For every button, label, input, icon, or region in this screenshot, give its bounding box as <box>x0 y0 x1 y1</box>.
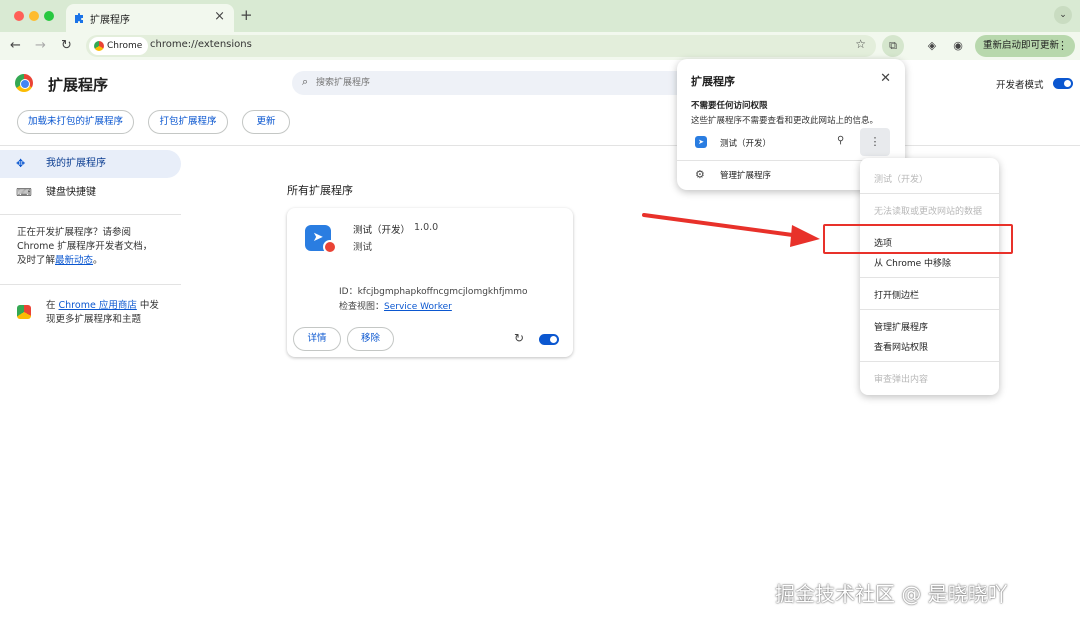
popup-description: 这些扩展程序不需要查看和更改此网站上的信息。 <box>691 116 879 126</box>
chrome-logo-icon <box>94 41 104 51</box>
load-unpacked-button[interactable]: 加载未打包的扩展程序 <box>17 110 134 134</box>
menu-item-inspect-popup: 审查弹出内容 <box>874 375 929 385</box>
inspect-views: 检查视图：Service Worker <box>339 302 452 312</box>
profile-icon[interactable]: ◉ <box>950 38 966 54</box>
tab-extensions[interactable]: 扩展程序 × <box>66 4 234 32</box>
popup-title: 扩展程序 <box>691 75 735 88</box>
browser-toolbar: ← → ↻ Chrome chrome://extensions ☆ ⧉ ◈ ◉… <box>0 32 1080 60</box>
more-vert-icon: ⋮ <box>1057 39 1068 52</box>
extension-description: 测试 <box>353 242 373 253</box>
extension-toolbar-icon[interactable]: ◈ <box>924 38 940 54</box>
chrome-logo-icon <box>15 74 33 92</box>
page-title: 扩展程序 <box>48 76 109 94</box>
reload-icon[interactable]: ↻ <box>61 38 72 53</box>
close-icon[interactable]: × <box>214 9 225 24</box>
menu-item-remove[interactable]: 从 Chrome 中移除 <box>874 256 951 269</box>
extension-version: 1.0.0 <box>414 222 439 233</box>
tab-title: 扩展程序 <box>90 15 130 26</box>
sidebar-item-keyboard-shortcuts[interactable]: ⌨ 键盘快捷键 <box>0 179 181 207</box>
maximize-window-button[interactable] <box>44 11 54 21</box>
header-divider <box>0 145 1080 146</box>
extension-context-menu: 测试（开发） 无法读取或更改网站的数据 选项 从 Chrome 中移除 打开侧边… <box>860 158 999 395</box>
extension-id: ID：kfcjbgmphapkoffncgmcjlomgkhfjmmo <box>339 287 528 297</box>
back-arrow-icon[interactable]: ← <box>10 38 21 53</box>
tab-strip: 扩展程序 × + ⌄ <box>0 0 1080 32</box>
search-bar[interactable]: ⌕ <box>292 71 692 95</box>
extension-enable-toggle[interactable] <box>539 334 559 345</box>
menu-item-no-access: 无法读取或更改网站的数据 <box>874 207 983 217</box>
dev-docs-text: 正在开发扩展程序？请参阅 Chrome 扩展程序开发者文档， 及时了解最新动态。 <box>17 227 153 266</box>
web-store-link[interactable]: Chrome 应用商店 <box>59 300 137 311</box>
address-bar[interactable]: Chrome chrome://extensions ☆ <box>86 35 876 57</box>
menu-separator <box>860 361 999 362</box>
menu-item-header: 测试（开发） <box>874 175 929 185</box>
unpacked-badge-icon <box>323 240 337 254</box>
url-text: chrome://extensions <box>150 39 252 50</box>
menu-item-site-permissions[interactable]: 查看网站权限 <box>874 340 928 353</box>
menu-separator <box>860 193 999 194</box>
details-button[interactable]: 详情 <box>293 327 341 351</box>
sidebar-divider <box>0 214 181 215</box>
puzzle-icon: ✥ <box>16 157 26 170</box>
keyboard-icon: ⌨ <box>16 186 32 199</box>
web-store-icon <box>17 305 31 319</box>
forward-arrow-icon[interactable]: → <box>35 38 46 53</box>
new-tab-icon[interactable]: + <box>240 6 253 24</box>
gear-icon: ⚙ <box>695 168 705 181</box>
sidebar-divider <box>0 284 181 285</box>
menu-separator <box>860 277 999 278</box>
remove-button[interactable]: 移除 <box>347 327 394 351</box>
popup-manage-extensions[interactable]: 管理扩展程序 <box>720 169 771 181</box>
extension-icon: ➤ <box>695 136 707 148</box>
pin-icon[interactable]: ⚲ <box>837 135 844 146</box>
annotation-highlight-box <box>823 224 1013 254</box>
search-icon: ⌕ <box>302 75 309 88</box>
popup-extension-name[interactable]: 测试（开发） <box>720 137 771 149</box>
more-vert-icon[interactable]: ⋮ <box>860 128 890 156</box>
dev-mode-toggle[interactable] <box>1053 78 1073 89</box>
service-worker-link[interactable]: Service Worker <box>384 302 452 312</box>
reload-icon[interactable]: ↻ <box>514 331 524 345</box>
section-title: 所有扩展程序 <box>287 184 353 197</box>
puzzle-icon <box>75 13 83 23</box>
update-button[interactable]: 更新 <box>242 110 290 134</box>
popup-subtitle: 不需要任何访问权限 <box>691 101 768 111</box>
pack-extension-button[interactable]: 打包扩展程序 <box>148 110 228 134</box>
site-chip[interactable]: Chrome <box>89 37 149 55</box>
annotation-arrow-icon <box>642 213 820 247</box>
menu-item-manage[interactable]: 管理扩展程序 <box>874 320 928 333</box>
watermark-text: 掘金技术社区 @ 是晓晓吖 <box>775 582 1008 606</box>
star-icon[interactable]: ☆ <box>855 37 866 51</box>
menu-separator <box>860 309 999 310</box>
search-input[interactable] <box>316 74 676 92</box>
extensions-puzzle-icon[interactable]: ⧉ <box>882 35 904 57</box>
web-store-text: 在 Chrome 应用商店 中发 现更多扩展程序和主题 <box>46 300 159 325</box>
close-icon[interactable]: ✕ <box>880 71 891 86</box>
minimize-window-button[interactable] <box>29 11 39 21</box>
extension-card: ➤ 测试（开发） 1.0.0 测试 ID：kfcjbgmphapkoffncgm… <box>287 208 573 357</box>
dev-mode-label: 开发者模式 <box>996 80 1044 91</box>
chevron-down-icon[interactable]: ⌄ <box>1054 6 1072 24</box>
latest-news-link[interactable]: 最新动态 <box>55 255 93 266</box>
relaunch-update-button[interactable]: 重新启动即可更新 ⋮ <box>975 35 1075 57</box>
extension-name: 测试（开发） <box>353 225 411 236</box>
close-window-button[interactable] <box>14 11 24 21</box>
sidebar-item-my-extensions[interactable]: ✥ 我的扩展程序 <box>0 150 181 178</box>
menu-item-side-panel[interactable]: 打开侧边栏 <box>874 288 919 301</box>
